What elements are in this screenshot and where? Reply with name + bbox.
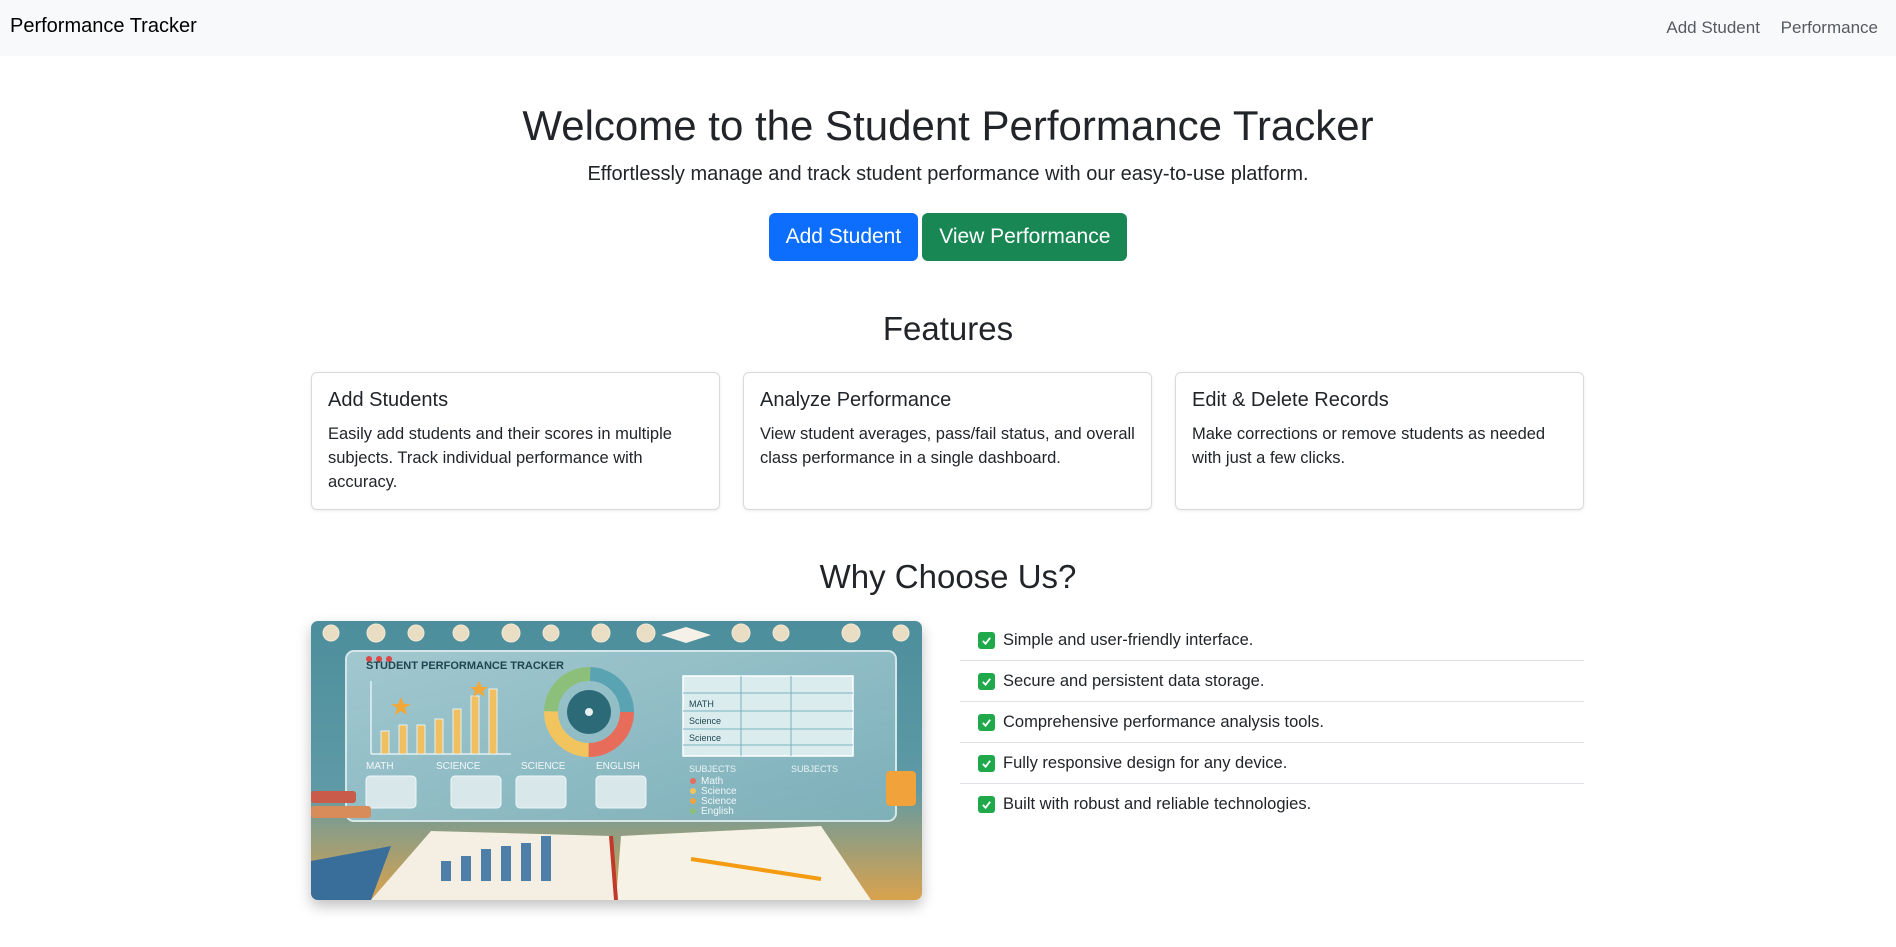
list-item: Simple and user-friendly interface.	[960, 620, 1584, 661]
check-icon	[978, 631, 995, 649]
feature-card-analyze-performance: Analyze Performance View student average…	[743, 372, 1152, 510]
hero-buttons: Add Student View Performance	[0, 213, 1896, 261]
hero-subtitle: Effortlessly manage and track student pe…	[587, 163, 1309, 185]
illustration-table-label: MATH	[689, 699, 714, 709]
feature-card-text: Easily add students and their scores in …	[328, 425, 672, 491]
list-item-text: Secure and persistent data storage.	[1003, 671, 1265, 690]
illustration-table-label: Science	[689, 716, 721, 726]
why-choose-title: Why Choose Us?	[819, 558, 1077, 595]
feature-card-text: Make corrections or remove students as n…	[1192, 425, 1546, 467]
illustration-subject: SCIENCE	[436, 761, 481, 772]
illustration-heading: STUDENT PERFORMANCE TRACKER	[366, 660, 564, 672]
list-item: Secure and persistent data storage.	[960, 661, 1584, 702]
list-item: Comprehensive performance analysis tools…	[960, 702, 1584, 743]
illustration-subject: MATH	[366, 761, 394, 772]
why-choose-list: Simple and user-friendly interface. Secu…	[960, 620, 1584, 825]
illustration-legend: English	[701, 806, 734, 817]
feature-card-edit-delete: Edit & Delete Records Make corrections o…	[1175, 372, 1584, 510]
illustration-column-label: SUBJECTS	[791, 764, 838, 774]
list-item-text: Built with robust and reliable technolog…	[1003, 795, 1312, 813]
nav-link-add-student[interactable]: Add Student	[1666, 18, 1760, 37]
navbar: Performance Tracker Add Student Performa…	[0, 0, 1896, 56]
list-item: Fully responsive design for any device.	[960, 743, 1584, 784]
navbar-brand[interactable]: Performance Tracker	[10, 15, 197, 38]
nav-link-performance[interactable]: Performance	[1781, 18, 1878, 37]
list-item-text: Comprehensive performance analysis tools…	[1003, 712, 1324, 731]
add-student-button[interactable]: Add Student	[768, 213, 919, 261]
feature-card-text: View student averages, pass/fail status,…	[760, 425, 1135, 467]
feature-card-add-students: Add Students Easily add students and the…	[311, 372, 720, 510]
illustration-table-label: Science	[689, 733, 721, 743]
nav-links: Add Student Performance	[1650, 18, 1878, 38]
hero-title: Welcome to the Student Performance Track…	[522, 102, 1374, 149]
feature-card-title: Add Students	[328, 389, 449, 411]
dashboard-illustration: STUDENT PERFORMANCE TRACKER MATH Science…	[311, 621, 922, 900]
list-item: Built with robust and reliable technolog…	[960, 784, 1584, 825]
features-title: Features	[882, 310, 1014, 347]
check-icon	[978, 796, 995, 813]
illustration-column-label: SUBJECTS	[689, 764, 736, 774]
feature-card-title: Edit & Delete Records	[1192, 389, 1389, 411]
check-icon	[978, 754, 995, 772]
list-item-text: Fully responsive design for any device.	[1003, 753, 1288, 772]
illustration-subject: ENGLISH	[596, 761, 640, 772]
list-item-text: Simple and user-friendly interface.	[1003, 630, 1254, 649]
check-icon	[978, 672, 995, 690]
check-icon	[978, 713, 995, 731]
dashboard-illustration-svg: STUDENT PERFORMANCE TRACKER MATH Science…	[311, 621, 922, 900]
feature-card-title: Analyze Performance	[760, 389, 952, 411]
view-performance-button[interactable]: View Performance	[922, 213, 1128, 261]
illustration-subject: SCIENCE	[521, 761, 566, 772]
